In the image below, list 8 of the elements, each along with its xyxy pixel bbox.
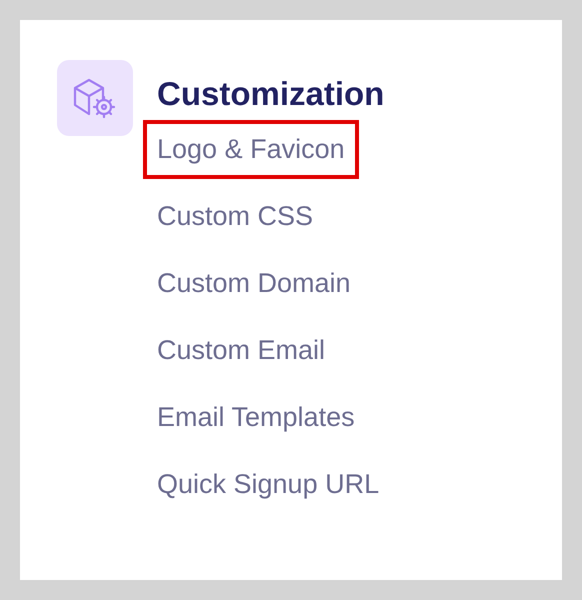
settings-link[interactable]: Custom CSS — [143, 187, 328, 246]
settings-link[interactable]: Email Templates — [143, 388, 369, 447]
box-gear-icon — [72, 77, 118, 119]
settings-link[interactable]: Custom Domain — [143, 254, 365, 313]
settings-link[interactable]: Quick Signup URL — [143, 455, 394, 514]
section-title: Customization — [157, 74, 384, 114]
settings-link[interactable]: Logo & Favicon — [143, 120, 359, 179]
settings-link[interactable]: Custom Email — [143, 321, 340, 380]
